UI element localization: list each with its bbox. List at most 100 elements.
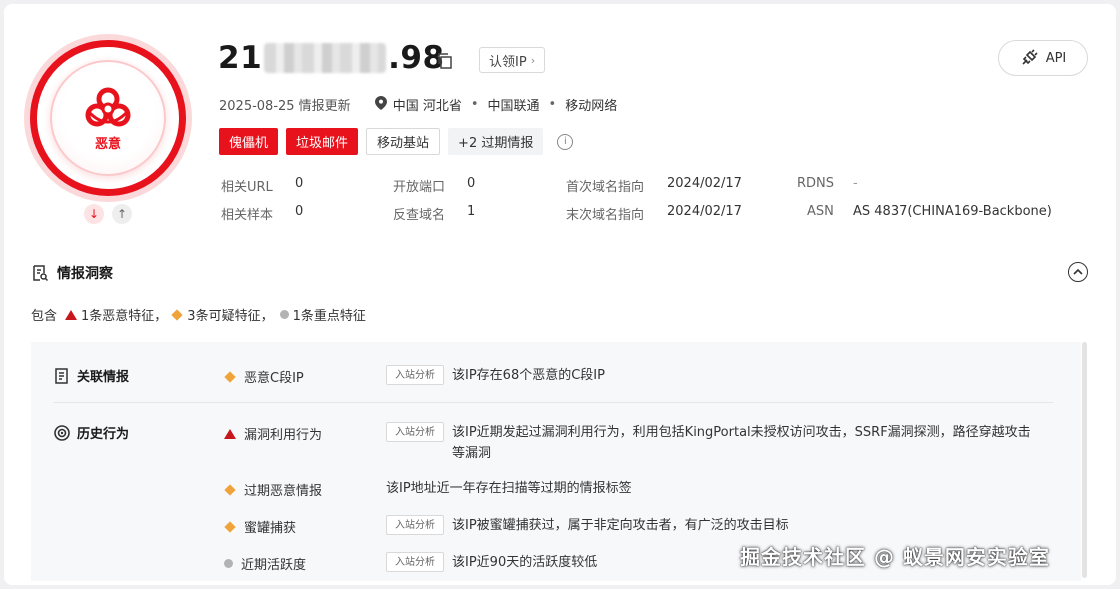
row-text: 该IP近期发起过漏洞利用行为，利用包括KingPortal未授权访问攻击，SSR… (452, 425, 1031, 461)
claim-ip-button[interactable]: 认领IP › (479, 47, 546, 73)
stat-key: RDNS (797, 176, 835, 191)
tag-botnet[interactable]: 傀儡机 (219, 128, 279, 155)
suspicious-diamond-icon (224, 370, 236, 383)
update-time: 2025-08-25 情报更新 (219, 99, 351, 114)
stat-value: AS 4837(CHINA169-Backbone) (853, 204, 1052, 219)
ip-detail-card: 恶意 ↓ ↑ 21 .98 认领IP › API 2025-08-25 情报更新… (4, 4, 1116, 585)
stat-key: 相关样本 (221, 208, 274, 223)
row-label-activity: 近期活跃度 (224, 554, 306, 573)
stat-value: 2024/02/17 (667, 176, 742, 191)
divider (53, 402, 1053, 403)
row-desc-exploit: 入站分析 该IP近期发起过漏洞利用行为，利用包括KingPortal未授权访问攻… (386, 422, 1042, 464)
ip-redaction (264, 43, 387, 73)
row-desc-c-segment: 入站分析 该IP存在68个恶意的C段IP (386, 365, 605, 386)
arrow-down-icon: ↓ (88, 207, 100, 221)
row-desc-expired: 该IP地址近一年存在扫描等过期的情报标签 (386, 478, 632, 499)
location-pin-icon (374, 95, 387, 114)
api-button[interactable]: API (998, 40, 1088, 76)
suspicious-diamond-icon (224, 483, 236, 496)
stat-key: ASN (807, 204, 834, 219)
tag-list: 傀儡机 垃圾邮件 移动基站 +2 过期情报 i (219, 128, 574, 155)
row-label: 恶意C段IP (244, 371, 304, 386)
malicious-triangle-icon (65, 309, 78, 320)
inbound-analysis-tag[interactable]: 入站分析 (386, 552, 444, 572)
plug-icon (1022, 49, 1038, 65)
stat-value: 2024/02/17 (667, 204, 742, 219)
stat-key: 相关URL (221, 180, 273, 195)
stat-value[interactable]: 1 (467, 204, 475, 219)
stat-first-domain: 首次域名指向 2024/02/17 (566, 176, 742, 195)
stat-value: - (853, 176, 858, 191)
stat-reverse-domain: 反查域名 1 (393, 204, 475, 223)
stat-key: 首次域名指向 (566, 180, 645, 195)
claim-ip-label: 认领IP (489, 54, 527, 70)
ip-prefix: 21 (218, 40, 263, 76)
row-label: 近期活跃度 (241, 558, 307, 573)
api-label: API (1045, 50, 1067, 66)
section-title: 历史行为 (77, 427, 130, 442)
row-label-expired: 过期恶意情报 (224, 480, 322, 499)
row-text: 该IP近90天的活跃度较低 (452, 555, 598, 570)
separator: • (548, 97, 557, 112)
suspicious-diamond-icon (224, 520, 236, 533)
insight-summary: 包含 1条恶意特征， 3条可疑特征， 1条重点特征 (31, 305, 366, 324)
chevron-right-icon: › (530, 53, 536, 67)
stat-asn: ASN AS 4837(CHINA169-Backbone) (807, 204, 1052, 219)
stat-last-domain: 末次域名指向 2024/02/17 (566, 204, 742, 223)
upvote-button[interactable]: ↑ (112, 204, 132, 224)
isp: 中国联通 (487, 99, 540, 114)
section-related: 关联情报 (53, 366, 129, 385)
stat-related-url: 相关URL 0 (221, 176, 303, 195)
stat-rdns: RDNS - (797, 176, 858, 191)
location: 中国 河北省 (392, 99, 462, 114)
collapse-button[interactable] (1068, 262, 1088, 282)
row-text: 该IP存在68个恶意的C段IP (452, 368, 605, 383)
badge-inner: 恶意 (50, 60, 166, 176)
tag-expired-intel[interactable]: +2 过期情报 (448, 128, 544, 155)
inbound-analysis-tag[interactable]: 入站分析 (386, 365, 444, 385)
arrow-up-icon: ↑ (116, 207, 128, 221)
threat-badge: 恶意 (30, 40, 186, 196)
stat-value[interactable]: 0 (295, 176, 303, 191)
stat-key: 开放端口 (393, 180, 446, 195)
stat-key: 反查域名 (393, 208, 446, 223)
downvote-button[interactable]: ↓ (84, 204, 104, 224)
stat-value[interactable]: 0 (295, 204, 303, 219)
tag-mobile-station[interactable]: 移动基站 (366, 128, 441, 155)
row-label: 蜜罐捕获 (244, 521, 297, 536)
scrollbar[interactable] (1082, 342, 1087, 578)
stat-open-port: 开放端口 0 (393, 176, 475, 195)
copy-icon[interactable] (436, 52, 454, 70)
stat-value[interactable]: 0 (467, 176, 475, 191)
row-text: 该IP被蜜罐捕获过，属于非定向攻击者，有广泛的攻击目标 (452, 518, 789, 533)
key-circle-icon (224, 559, 233, 568)
row-text: 该IP地址近一年存在扫描等过期的情报标签 (386, 481, 632, 496)
row-label: 漏洞利用行为 (244, 428, 323, 443)
row-label-c-segment: 恶意C段IP (224, 367, 304, 386)
section-title: 关联情报 (77, 370, 130, 385)
info-icon[interactable]: i (557, 133, 574, 150)
biohazard-icon (85, 87, 131, 126)
suspicious-count: 3条可疑特征， (187, 309, 274, 324)
watermark: 掘金技术社区 @ 蚁景网安实验室 (740, 545, 1050, 569)
key-circle-icon (279, 310, 289, 319)
row-label-honeypot: 蜜罐捕获 (224, 517, 296, 536)
row-label: 过期恶意情报 (244, 484, 323, 499)
row-desc-honeypot: 入站分析 该IP被蜜罐捕获过，属于非定向攻击者，有广泛的攻击目标 (386, 515, 789, 536)
tag-spam[interactable]: 垃圾邮件 (286, 128, 359, 155)
document-icon (55, 367, 68, 384)
inbound-analysis-tag[interactable]: 入站分析 (386, 515, 444, 535)
inbound-analysis-tag[interactable]: 入站分析 (386, 422, 444, 442)
report-icon (33, 265, 49, 282)
separator: • (470, 97, 479, 112)
network-type: 移动网络 (565, 99, 618, 114)
summary-prefix: 包含 (31, 309, 58, 324)
section-history: 历史行为 (53, 423, 129, 442)
key-count: 1条重点特征 (292, 309, 366, 324)
row-label-exploit: 漏洞利用行为 (224, 424, 322, 443)
insight-title: 情报洞察 (57, 266, 113, 282)
target-icon (54, 424, 70, 441)
ip-meta: 2025-08-25 情报更新 中国 河北省 • 中国联通 • 移动网络 (219, 95, 617, 114)
stat-key: 末次域名指向 (566, 208, 645, 223)
malicious-count: 1条恶意特征， (81, 309, 168, 324)
